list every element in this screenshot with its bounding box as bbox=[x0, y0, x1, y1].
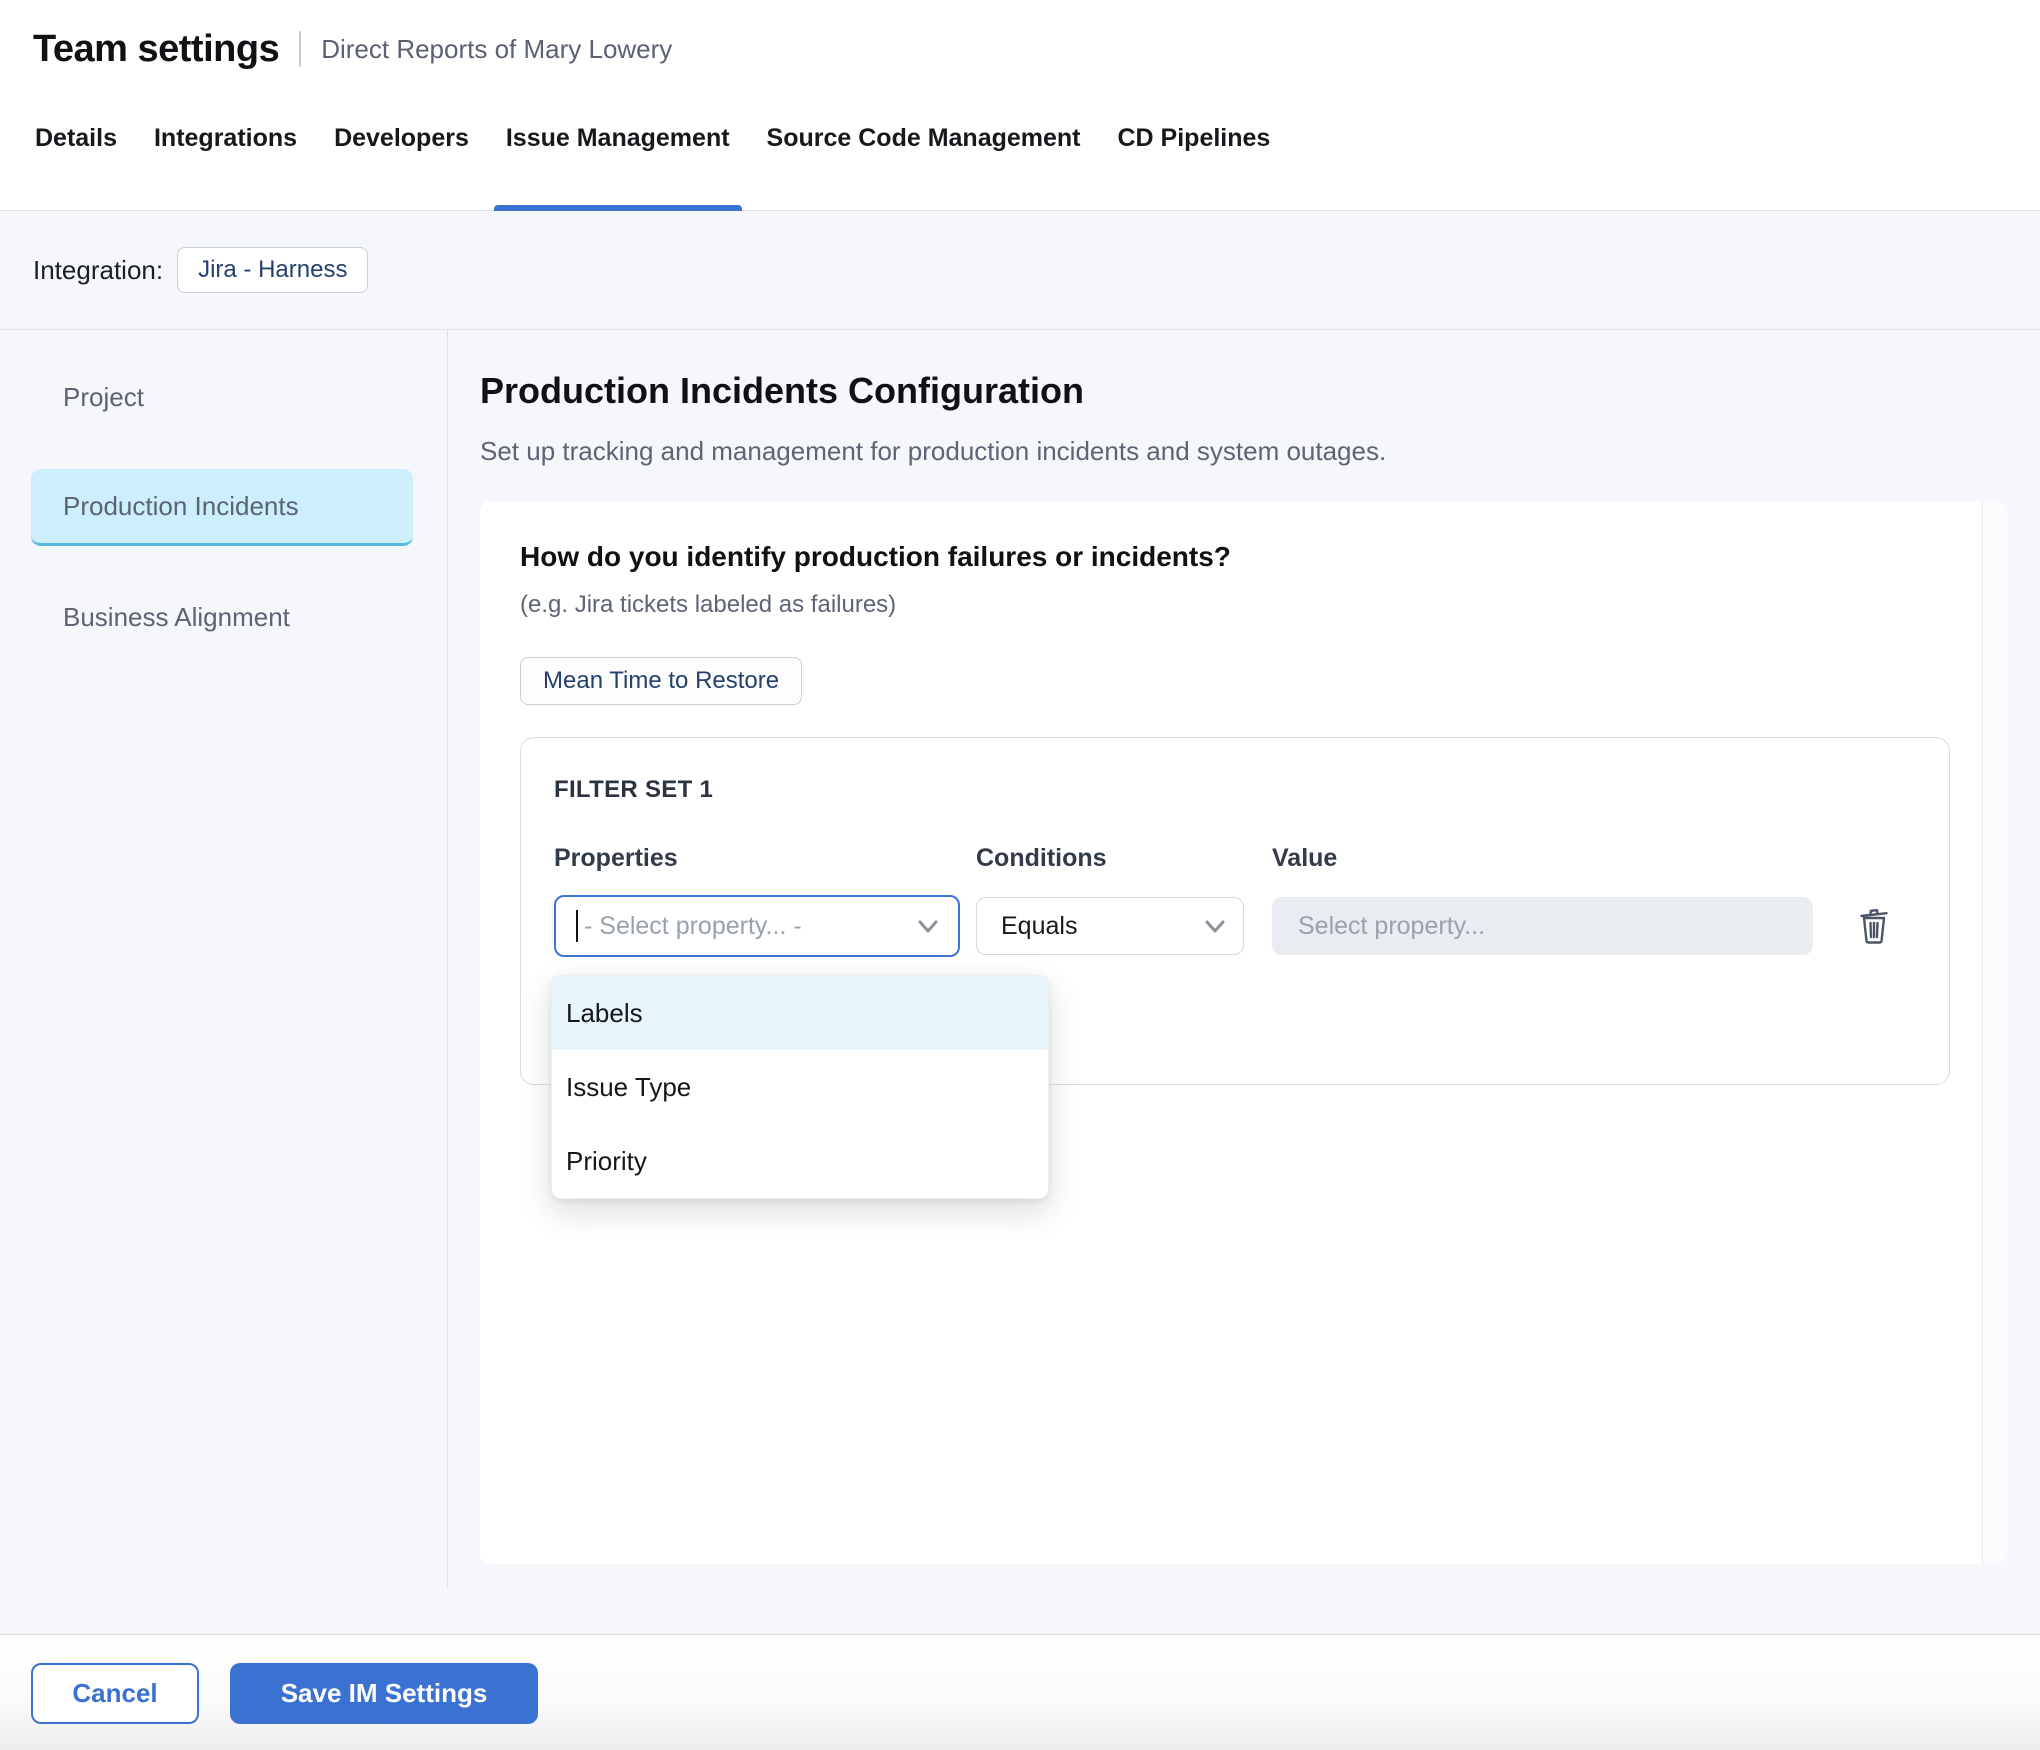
tab-developers[interactable]: Developers bbox=[334, 98, 469, 210]
metric-tab-mean-time-to-restore[interactable]: Mean Time to Restore bbox=[520, 657, 802, 705]
content-region: Integration: Jira - Harness Project Prod… bbox=[0, 211, 2040, 1634]
dropdown-option-priority[interactable]: Priority bbox=[552, 1124, 1048, 1198]
filter-column-labels: Properties Conditions Value bbox=[554, 844, 1949, 873]
chevron-down-icon bbox=[918, 920, 938, 933]
property-dropdown-menu: Labels Issue Type Priority bbox=[551, 975, 1049, 1199]
integration-label: Integration: bbox=[33, 255, 163, 286]
cancel-button[interactable]: Cancel bbox=[31, 1663, 199, 1724]
trash-icon bbox=[1860, 932, 1888, 947]
footer-action-bar: Cancel Save IM Settings bbox=[0, 1634, 2040, 1750]
card-question: How do you identify production failures … bbox=[520, 541, 1950, 573]
section-title: Production Incidents Configuration bbox=[480, 370, 2040, 412]
integration-badge[interactable]: Jira - Harness bbox=[177, 247, 368, 293]
tab-details[interactable]: Details bbox=[35, 98, 117, 210]
property-select-placeholder: - Select property... - bbox=[584, 912, 918, 941]
dropdown-option-issue-type[interactable]: Issue Type bbox=[552, 1050, 1048, 1124]
tab-bar: Details Integrations Developers Issue Ma… bbox=[0, 98, 2040, 211]
sidebar-item-business-alignment[interactable]: Business Alignment bbox=[31, 579, 413, 656]
filter-set-title: FILTER SET 1 bbox=[554, 776, 1949, 804]
scrollbar-track[interactable] bbox=[1982, 501, 2007, 1564]
sidebar-item-project[interactable]: Project bbox=[31, 359, 413, 436]
title-separator bbox=[299, 31, 301, 67]
chevron-down-icon bbox=[1205, 920, 1225, 933]
page-subtitle: Direct Reports of Mary Lowery bbox=[321, 34, 672, 65]
section-subtitle: Set up tracking and management for produ… bbox=[480, 436, 2040, 467]
card-hint: (e.g. Jira tickets labeled as failures) bbox=[520, 591, 1950, 619]
dropdown-option-labels[interactable]: Labels bbox=[552, 976, 1048, 1050]
condition-select[interactable]: Equals bbox=[976, 897, 1244, 955]
header: Team settings Direct Reports of Mary Low… bbox=[0, 0, 2040, 98]
tab-cd-pipelines[interactable]: CD Pipelines bbox=[1118, 98, 1271, 210]
integration-row: Integration: Jira - Harness bbox=[0, 211, 2040, 330]
sidebar-item-production-incidents[interactable]: Production Incidents bbox=[31, 469, 413, 546]
sidebar: Project Production Incidents Business Al… bbox=[0, 330, 447, 689]
tab-issue-management[interactable]: Issue Management bbox=[506, 98, 730, 210]
tab-integrations[interactable]: Integrations bbox=[154, 98, 297, 210]
text-cursor-caret bbox=[576, 910, 578, 942]
tab-source-code-management[interactable]: Source Code Management bbox=[767, 98, 1081, 210]
properties-column-label: Properties bbox=[554, 844, 976, 873]
value-input[interactable] bbox=[1272, 897, 1813, 955]
condition-selected-value: Equals bbox=[1001, 912, 1205, 941]
property-select[interactable]: - Select property... - bbox=[554, 895, 960, 957]
team-settings-page: Team settings Direct Reports of Mary Low… bbox=[0, 0, 2040, 1750]
page-title: Team settings bbox=[33, 28, 279, 71]
conditions-column-label: Conditions bbox=[976, 844, 1272, 873]
filter-row: - Select property... - Equals bbox=[554, 895, 1949, 957]
save-im-settings-button[interactable]: Save IM Settings bbox=[230, 1663, 538, 1724]
value-column-label: Value bbox=[1272, 844, 1337, 873]
delete-filter-button[interactable] bbox=[1860, 908, 1888, 944]
